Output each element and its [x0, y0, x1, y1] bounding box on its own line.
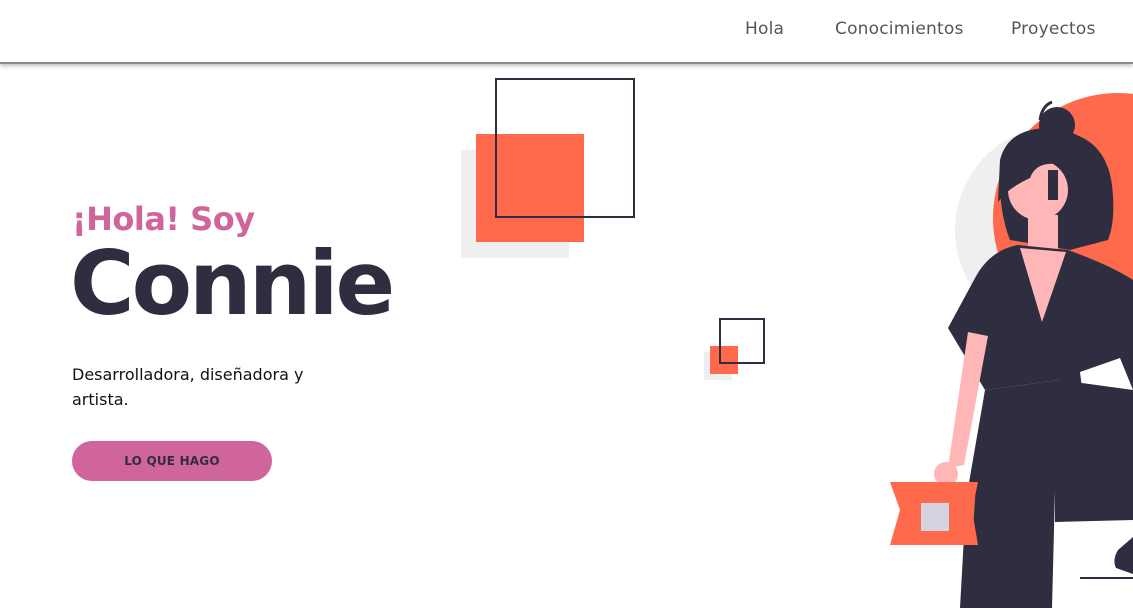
woman-with-bag-illustration	[890, 93, 1133, 608]
floor-line	[1080, 577, 1133, 579]
hero-tagline: Desarrolladora, diseñadora y artista.	[72, 365, 304, 409]
raised-leg	[1055, 480, 1133, 522]
navbar: Hola Conocimientos Proyectos	[0, 0, 1133, 64]
hero-name: Connie	[70, 232, 395, 335]
hair-bun	[1039, 107, 1075, 143]
nav-link-hola[interactable]: Hola	[745, 19, 784, 39]
nav-link-conocimientos[interactable]: Conocimientos	[835, 19, 964, 39]
decor-outline-square-large	[495, 78, 635, 218]
decor-outline-square-small	[719, 318, 765, 364]
hair-strand	[1048, 170, 1058, 200]
lo-que-hago-button[interactable]: LO QUE HAGO	[72, 441, 272, 481]
bag-patch	[921, 503, 949, 531]
nav-link-proyectos[interactable]: Proyectos	[1011, 19, 1096, 39]
page: Hola Conocimientos Proyectos ¡Hola! Soy …	[0, 0, 1133, 608]
shoe	[1114, 537, 1133, 574]
